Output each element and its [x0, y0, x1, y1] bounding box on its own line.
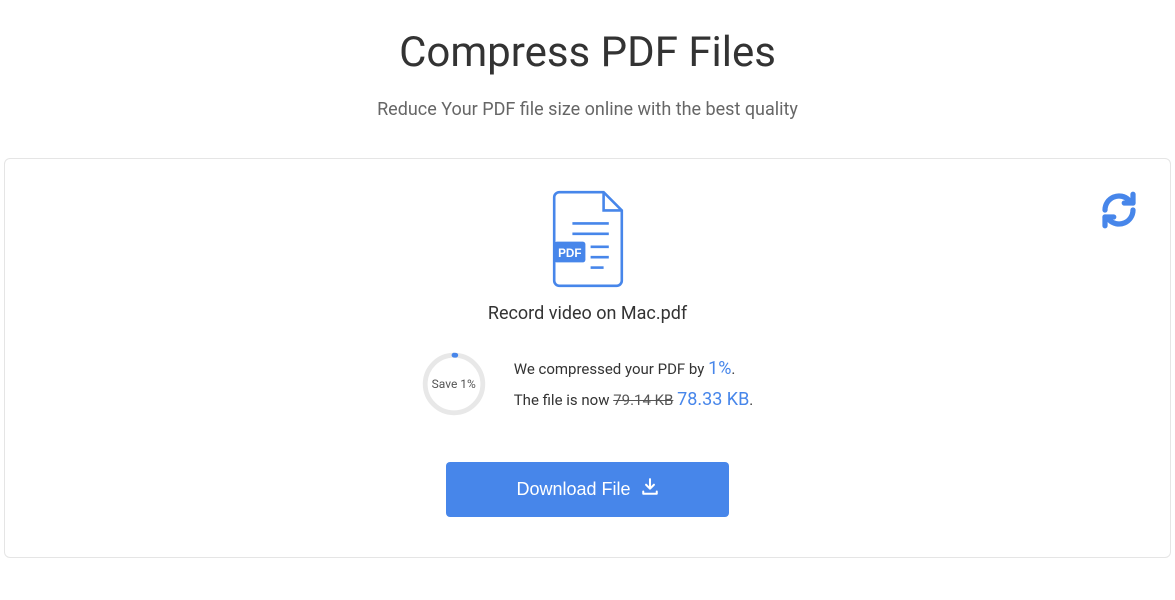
compression-percent: 1% — [708, 358, 731, 379]
svg-text:PDF: PDF — [558, 247, 581, 260]
gauge-label: Save 1% — [432, 377, 476, 391]
compression-line: We compressed your PDF by 1%. — [514, 356, 754, 381]
compression-prefix: We compressed your PDF by — [514, 360, 708, 378]
download-icon — [641, 478, 659, 501]
old-filesize: 79.14 KB — [613, 391, 673, 409]
compression-stats: Save 1% We compressed your PDF by 1%. Th… — [25, 350, 1150, 418]
download-label: Download File — [516, 479, 630, 500]
period: . — [731, 360, 735, 378]
page-subtitle: Reduce Your PDF file size online with th… — [0, 99, 1175, 120]
page-title: Compress PDF Files — [0, 28, 1175, 77]
new-filesize: 78.33 KB — [677, 389, 749, 410]
result-card: PDF Record video on Mac.pdf Save 1% We c… — [4, 158, 1171, 558]
period2: . — [749, 391, 753, 409]
filesize-line: The file is now 79.14 KB 78.33 KB. — [514, 387, 754, 412]
filename-label: Record video on Mac.pdf — [25, 303, 1150, 324]
refresh-button[interactable] — [1098, 189, 1140, 235]
refresh-icon — [1098, 216, 1140, 235]
savings-gauge: Save 1% — [422, 352, 486, 416]
filesize-prefix: The file is now — [514, 391, 613, 409]
pdf-file-icon: PDF — [25, 189, 1150, 289]
download-button[interactable]: Download File — [446, 462, 728, 517]
